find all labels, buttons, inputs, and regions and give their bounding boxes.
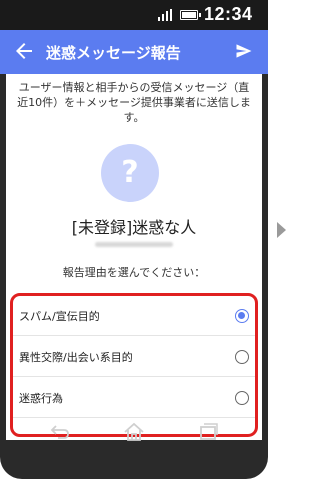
send-icon[interactable] (234, 41, 254, 61)
option-harassment[interactable]: 迷惑行為 (13, 378, 255, 418)
arrow-left-icon[interactable] (12, 39, 36, 63)
radio-unselected-icon[interactable] (235, 391, 249, 405)
radio-selected-icon[interactable] (235, 309, 249, 323)
signal-icon (158, 9, 174, 21)
option-dating[interactable]: 異性交際/出会い系目的 (13, 337, 255, 377)
contact-name: [未登録]迷惑な人 (71, 218, 197, 237)
option-label: スパム/宣伝目的 (19, 310, 100, 323)
reason-prompt: 報告理由を選んでください： (62, 266, 206, 279)
page-title: 迷惑メッセージ報告 (46, 44, 181, 62)
option-label: 異性交際/出会い系目的 (19, 351, 133, 364)
home-icon[interactable] (122, 422, 146, 442)
recents-icon[interactable] (196, 422, 220, 442)
battery-icon (180, 10, 201, 20)
phone-frame: 12:34 迷惑メッセージ報告 ユーザー情報と相手からの受信メッセージ（直近10… (0, 0, 268, 479)
radio-unselected-icon[interactable] (235, 350, 249, 364)
status-time: 12:34 (204, 4, 253, 24)
report-content: ユーザー情報と相手からの受信メッセージ（直近10件）を＋メッセージ提供事業者に送… (6, 74, 262, 440)
avatar: ? (101, 144, 159, 202)
nav-bar (0, 418, 268, 448)
app-bar: 迷惑メッセージ報告 (0, 30, 268, 74)
description-text: ユーザー情報と相手からの受信メッセージ（直近10件）を＋メッセージ提供事業者に送… (17, 81, 251, 124)
next-step-arrow-icon (277, 222, 286, 238)
option-label: 迷惑行為 (19, 392, 63, 405)
status-bar: 12:34 (0, 0, 268, 30)
back-icon[interactable] (48, 422, 72, 442)
option-spam[interactable]: スパム/宣伝目的 (13, 296, 255, 336)
reason-options: スパム/宣伝目的 異性交際/出会い系目的 迷惑行為 (10, 293, 258, 437)
blurred-phone-number (95, 242, 173, 247)
